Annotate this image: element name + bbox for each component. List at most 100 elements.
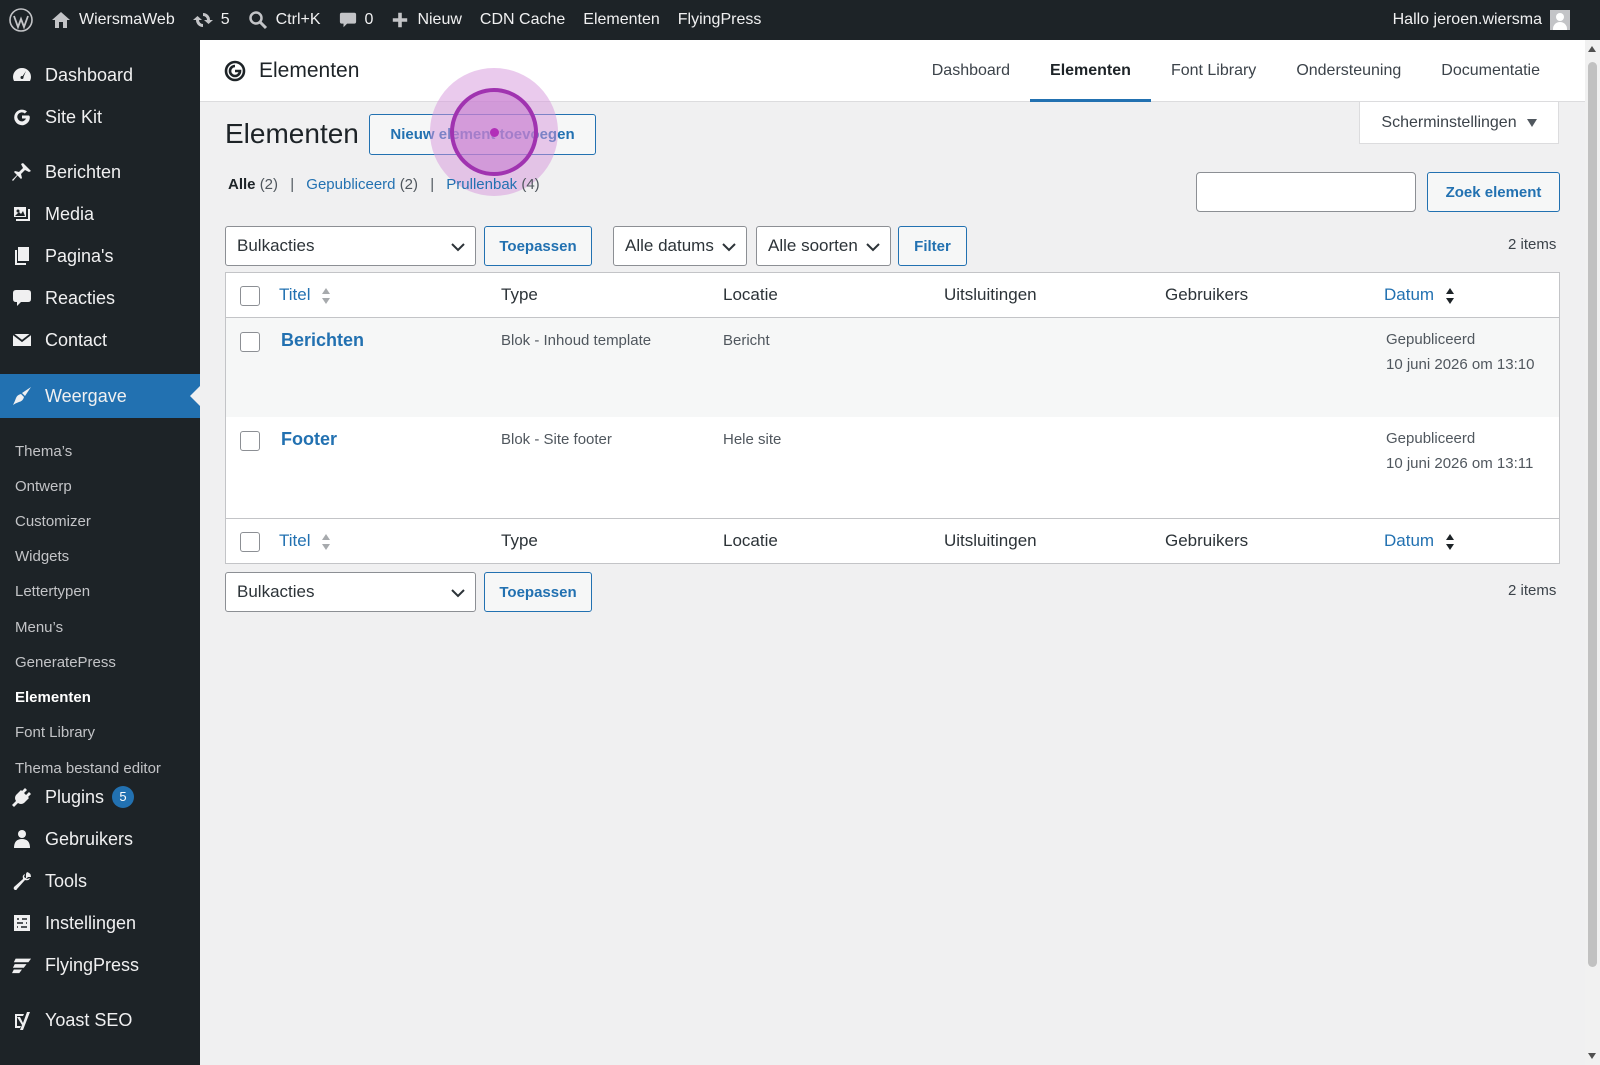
menu-plugins[interactable]: Plugins 5	[0, 777, 200, 817]
scroll-up-arrow-icon[interactable]	[1588, 46, 1596, 52]
table-footer: Titel Type Locatie Uitsluitingen Gebruik…	[226, 518, 1559, 563]
submenu-elementen[interactable]: Elementen	[15, 689, 91, 706]
view-all-count: (2)	[259, 176, 279, 193]
submenu-themas[interactable]: Thema’s	[15, 443, 72, 460]
apply-button-top[interactable]: Toepassen	[484, 226, 592, 266]
submenu-thema-bestand-editor[interactable]: Thema bestand editor	[15, 760, 161, 777]
menu-weergave[interactable]: Weergave	[0, 374, 200, 418]
sort-arrows-icon	[322, 287, 331, 304]
comments-menu[interactable]: 0	[330, 0, 383, 40]
flyingpress-menu[interactable]: FlyingPress	[669, 0, 771, 40]
menu-instellingen[interactable]: Instellingen	[0, 903, 200, 943]
menu-tools[interactable]: Tools	[0, 861, 200, 901]
row-checkbox[interactable]	[240, 431, 260, 451]
menu-media[interactable]: Media	[0, 194, 200, 234]
wrench-icon	[12, 871, 32, 891]
column-type: Type	[501, 285, 538, 304]
screen-options-button[interactable]: Scherminstellingen	[1359, 102, 1559, 144]
generatepress-logo-icon	[224, 60, 246, 82]
updates-menu[interactable]: 5	[184, 0, 239, 40]
submenu-font-library[interactable]: Font Library	[15, 724, 95, 741]
page-scrollbar[interactable]	[1585, 40, 1600, 1065]
select-all-checkbox-bottom[interactable]	[240, 532, 260, 552]
view-all[interactable]: Alle	[228, 176, 256, 193]
row-date: Gepubliceerd 10 juni 2026 om 13:11	[1386, 426, 1533, 476]
column-users: Gebruikers	[1165, 285, 1249, 304]
submenu-customizer[interactable]: Customizer	[15, 513, 91, 530]
menu-label: Media	[45, 203, 95, 224]
menu-label: Dashboard	[45, 64, 134, 85]
menu-site-kit[interactable]: Site Kit	[0, 97, 200, 137]
select-all-checkbox[interactable]	[240, 286, 260, 306]
menu-gebruikers[interactable]: Gebruikers	[0, 819, 200, 859]
bulk-actions-value: Bulkacties	[237, 582, 315, 601]
view-published[interactable]: Gepubliceerd	[306, 176, 395, 193]
view-trash[interactable]: Prullenbak	[446, 176, 517, 193]
row-title-link[interactable]: Footer	[281, 429, 337, 450]
bulk-actions-select-bottom[interactable]: Bulkacties	[225, 572, 476, 612]
menu-label: Tools	[45, 870, 88, 891]
new-content-menu[interactable]: Nieuw	[382, 0, 470, 40]
submenu-ontwerp[interactable]: Ontwerp	[15, 478, 72, 495]
cdn-cache-menu[interactable]: CDN Cache	[471, 0, 574, 40]
scrollbar-thumb[interactable]	[1588, 62, 1597, 967]
tab-elementen[interactable]: Elementen	[1030, 40, 1151, 102]
type-filter-select[interactable]: Alle soorten	[756, 226, 891, 266]
menu-contact[interactable]: Contact	[0, 320, 200, 360]
submenu-lettertypen[interactable]: Lettertypen	[15, 583, 90, 600]
menu-dashboard[interactable]: Dashboard	[0, 55, 200, 95]
column-title-sortable[interactable]: Titel	[279, 531, 331, 552]
menu-yoast-seo[interactable]: Yoast SEO	[0, 1000, 200, 1040]
row-date: Gepubliceerd 10 juni 2026 om 13:10	[1386, 327, 1534, 377]
header-tabs: Dashboard Elementen Font Library Onderst…	[912, 40, 1585, 102]
my-account-menu[interactable]: Hallo jeroen.wiersma	[1393, 10, 1600, 30]
search-submit-button[interactable]: Zoek element	[1427, 172, 1560, 212]
menu-label: FlyingPress	[45, 954, 140, 975]
apply-button-bottom[interactable]: Toepassen	[484, 572, 592, 612]
menu-label: Site Kit	[45, 106, 103, 127]
updates-icon	[192, 13, 213, 27]
menu-reacties[interactable]: Reacties	[0, 278, 200, 318]
tab-documentatie[interactable]: Documentatie	[1421, 40, 1585, 102]
tab-font-library[interactable]: Font Library	[1151, 40, 1276, 102]
column-date-sortable[interactable]: Datum	[1384, 285, 1455, 306]
menu-paginas[interactable]: Pagina's	[0, 236, 200, 276]
menu-label: Pagina's	[45, 245, 114, 266]
menu-label: Plugins	[45, 786, 105, 807]
row-checkbox[interactable]	[240, 332, 260, 352]
items-count-bottom: 2 items	[1508, 582, 1557, 599]
search-icon	[248, 11, 267, 30]
search-shortcut: Ctrl+K	[275, 11, 321, 28]
wordpress-logo-menu[interactable]	[0, 0, 42, 40]
menu-label: Gebruikers	[45, 828, 134, 849]
search-input[interactable]	[1196, 172, 1416, 212]
settings-icon	[12, 913, 32, 933]
submenu-generatepress[interactable]: GeneratePress	[15, 654, 116, 671]
elementen-menu[interactable]: Elementen	[574, 0, 669, 40]
table-header: Titel Type Locatie Uitsluitingen Gebruik…	[226, 273, 1559, 318]
view-trash-count: (4)	[521, 176, 540, 193]
bulk-actions-select-top[interactable]: Bulkacties	[225, 226, 476, 266]
command-palette-search[interactable]: Ctrl+K	[239, 0, 330, 40]
tab-ondersteuning[interactable]: Ondersteuning	[1276, 40, 1421, 102]
sort-arrows-icon	[322, 533, 331, 550]
column-title-sortable[interactable]: Titel	[279, 285, 331, 306]
submenu-menus[interactable]: Menu’s	[15, 619, 63, 636]
admin-bar: WiersmaWeb 5 Ctrl+K 0 Nieuw CDN Cache El…	[0, 0, 1600, 40]
row-datetime: 10 juni 2026 om 13:11	[1386, 455, 1534, 472]
date-filter-select[interactable]: Alle datums	[613, 226, 747, 266]
column-date-sortable[interactable]: Datum	[1384, 531, 1455, 552]
submenu-widgets[interactable]: Widgets	[15, 548, 69, 565]
row-type: Blok - Inhoud template	[501, 332, 652, 349]
filter-button[interactable]: Filter	[898, 226, 967, 266]
menu-flyingpress[interactable]: FlyingPress	[0, 945, 200, 985]
scroll-down-arrow-icon[interactable]	[1588, 1053, 1596, 1059]
dashboard-icon	[12, 65, 32, 85]
tab-dashboard[interactable]: Dashboard	[912, 40, 1030, 102]
row-title-link[interactable]: Berichten	[281, 330, 364, 351]
chevron-down-icon	[451, 589, 465, 598]
type-filter-value: Alle soorten	[768, 236, 858, 255]
menu-berichten[interactable]: Berichten	[0, 152, 200, 192]
site-name-menu[interactable]: WiersmaWeb	[42, 0, 184, 40]
column-label: Datum	[1384, 285, 1435, 304]
